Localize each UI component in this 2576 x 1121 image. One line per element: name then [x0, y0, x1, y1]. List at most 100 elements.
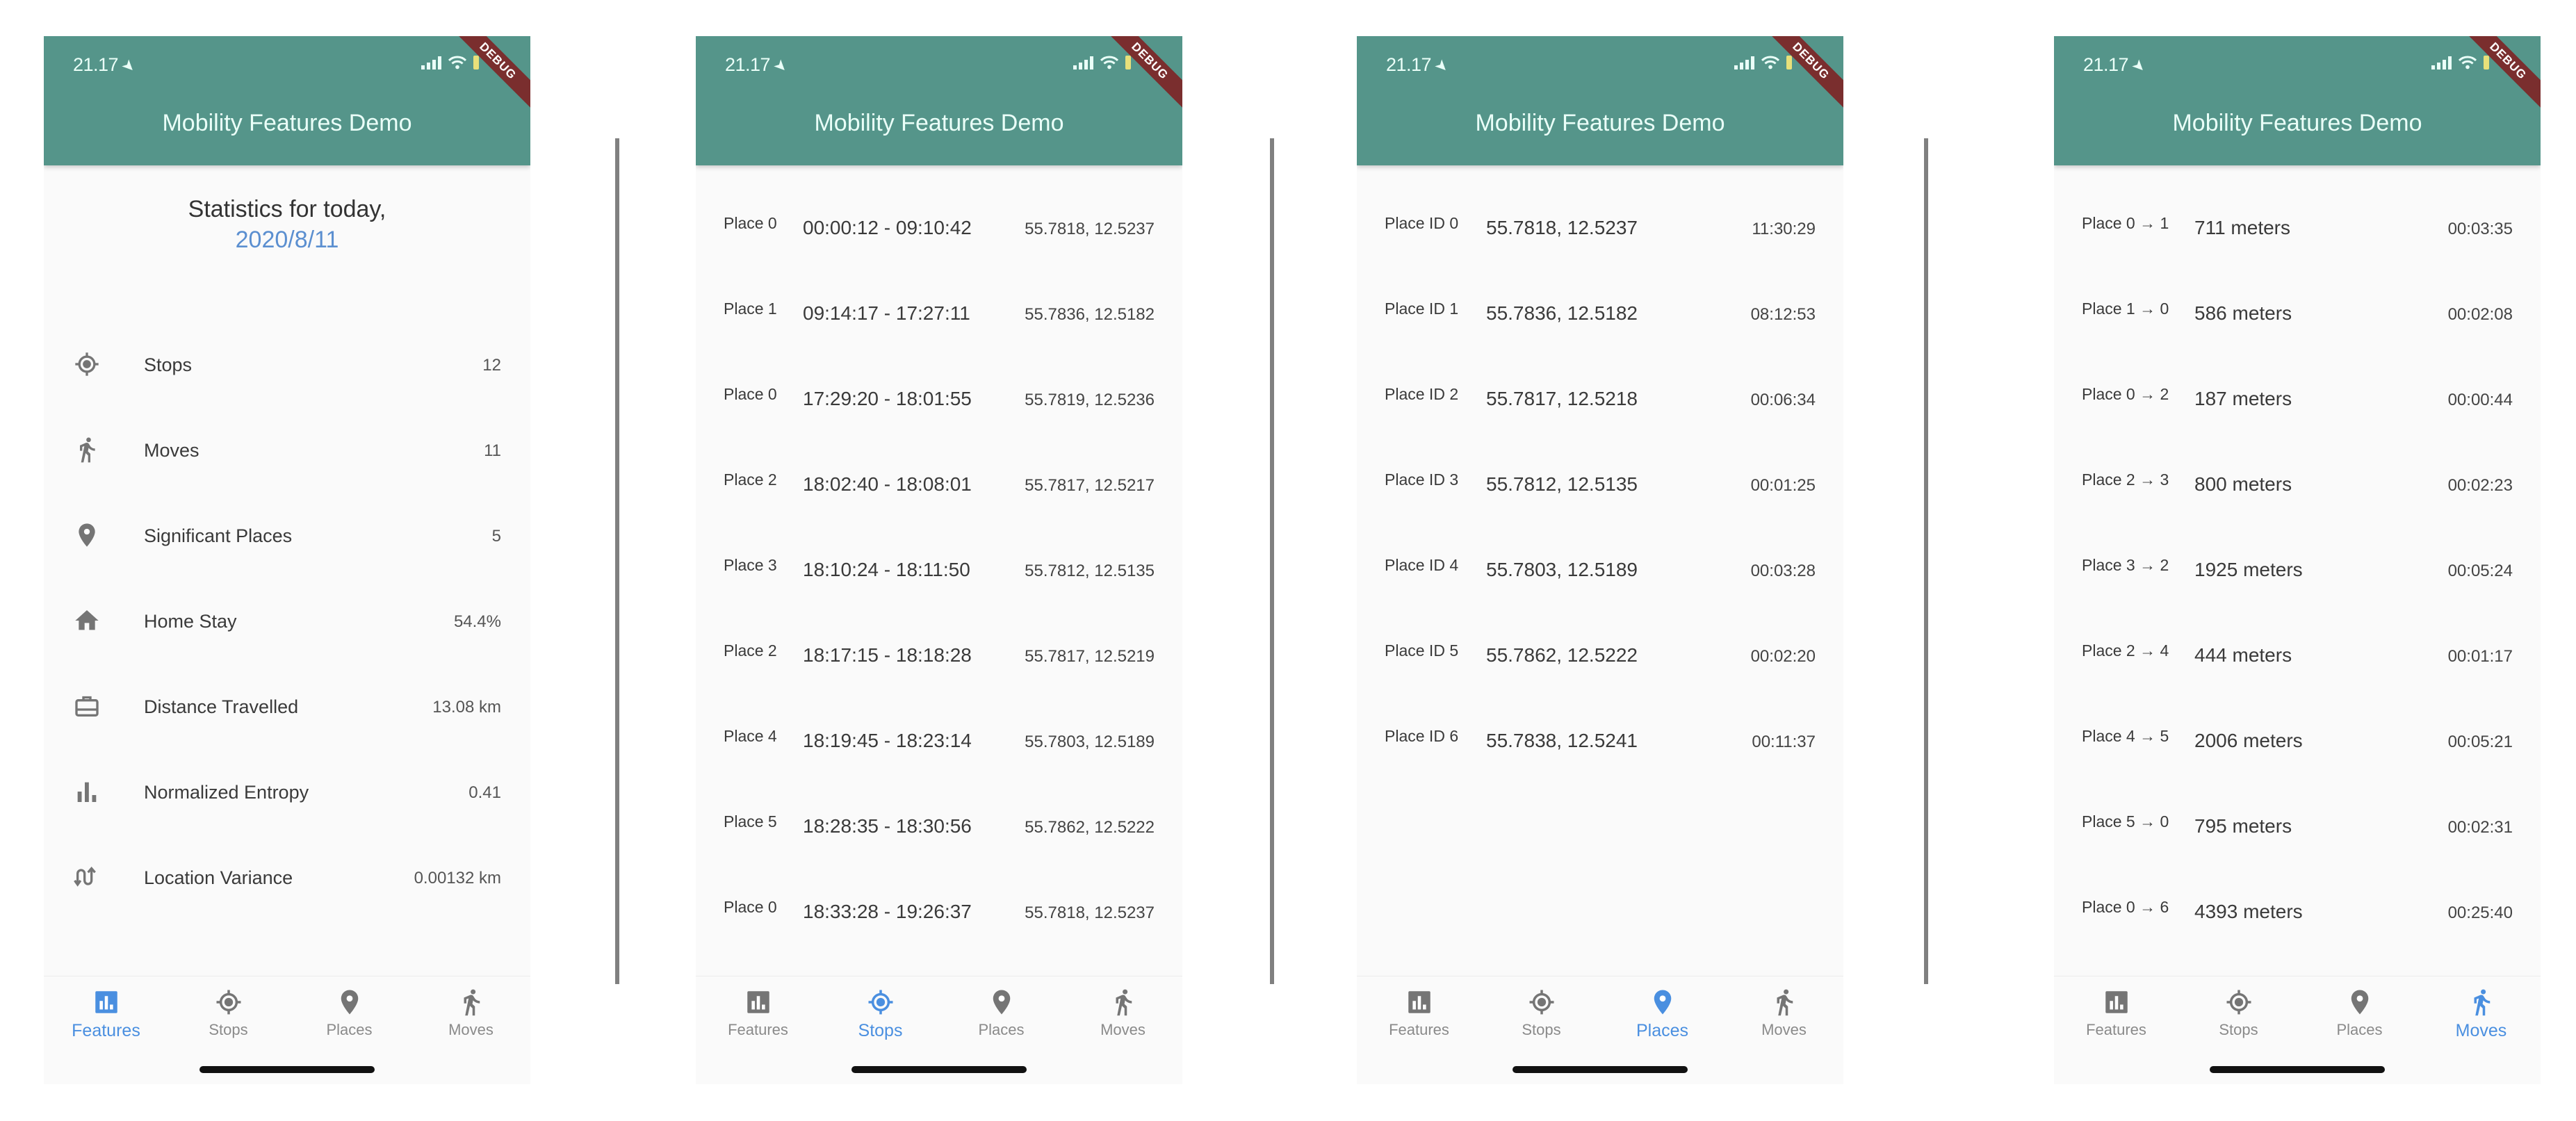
stop-time-range: 17:29:20 - 18:01:55	[803, 388, 972, 409]
stop-row[interactable]: Place 2 18:17:15 - 18:18:28 55.7817, 12.52…	[696, 636, 1182, 678]
location-arrow-icon: ➤	[1431, 55, 1453, 76]
bottom-navigation: Features Stops Places Moves	[44, 976, 530, 1084]
move-row[interactable]: Place 0 → 2 187 meters 00:00:44	[2054, 379, 2541, 421]
status-icons	[421, 56, 479, 69]
gps-target-icon	[214, 988, 243, 1017]
walking-person-icon	[457, 988, 486, 1017]
stop-place-label: Place 0	[724, 214, 777, 232]
tab-moves[interactable]: Moves	[1062, 988, 1182, 1043]
place-id-label: Place ID 5	[1385, 641, 1459, 660]
place-row[interactable]: Place ID 0 55.7818, 12.5237 11:30:29	[1357, 208, 1843, 250]
tab-features[interactable]: Features	[1358, 988, 1480, 1043]
move-row[interactable]: Place 2 → 4 444 meters 00:01:17	[2054, 636, 2541, 678]
stop-row[interactable]: Place 5 18:28:35 - 18:30:56 55.7862, 12.52…	[696, 807, 1182, 849]
location-arrow-icon: ➤	[118, 55, 140, 76]
tab-stops[interactable]: Stops	[820, 988, 941, 1043]
feature-row: Normalized Entropy 0.41	[44, 772, 530, 814]
feature-label: Stops	[144, 354, 193, 375]
stop-coordinates: 55.7817, 12.5217	[1025, 476, 1155, 495]
tab-features[interactable]: Features	[2055, 988, 2177, 1043]
wifi-icon	[1100, 56, 1119, 69]
bar-chart-icon	[744, 988, 773, 1017]
tab-places[interactable]: Places	[1601, 988, 1723, 1043]
home-indicator[interactable]	[1513, 1066, 1688, 1073]
stop-coordinates: 55.7812, 12.5135	[1025, 562, 1155, 580]
tab-moves[interactable]: Moves	[410, 988, 530, 1043]
tab-moves[interactable]: Moves	[2420, 988, 2541, 1043]
move-distance: 586 meters	[2194, 302, 2292, 324]
phone-stops-screen: 21.17➤ Mobility Features Demo DEBUG Plac…	[696, 36, 1182, 1084]
tab-label: Places	[978, 1021, 1025, 1038]
stop-coordinates: 55.7862, 12.5222	[1025, 818, 1155, 837]
place-coordinates: 55.7812, 12.5135	[1486, 473, 1638, 495]
status-icons	[2431, 56, 2489, 69]
move-distance: 800 meters	[2194, 473, 2292, 495]
stop-row[interactable]: Place 0 00:00:12 - 09:10:42 55.7818, 12.52…	[696, 208, 1182, 250]
move-row[interactable]: Place 0 → 6 4393 meters 00:25:40	[2054, 892, 2541, 934]
debug-banner: DEBUG	[1756, 36, 1843, 115]
home-indicator[interactable]	[2210, 1066, 2385, 1073]
cellular-signal-icon	[1734, 56, 1754, 69]
tab-stops[interactable]: Stops	[168, 988, 289, 1043]
place-row[interactable]: Place ID 2 55.7817, 12.5218 00:06:34	[1357, 379, 1843, 421]
move-row[interactable]: Place 1 → 0 586 meters 00:02:08	[2054, 294, 2541, 336]
status-time-text: 21.17	[1386, 54, 1432, 75]
debug-banner: DEBUG	[1095, 36, 1182, 115]
location-arrow-icon: ➤	[2128, 55, 2150, 76]
battery-icon	[1786, 56, 1792, 69]
tab-places[interactable]: Places	[288, 988, 410, 1043]
tab-label: Features	[1389, 1021, 1449, 1038]
feature-value: 54.4%	[453, 612, 501, 631]
tab-label: Places	[1636, 1021, 1689, 1040]
move-row[interactable]: Place 2 → 3 800 meters 00:02:23	[2054, 465, 2541, 507]
place-row[interactable]: Place ID 5 55.7862, 12.5222 00:02:20	[1357, 636, 1843, 678]
place-id-label: Place ID 1	[1385, 300, 1459, 318]
variance-arrows-icon	[73, 863, 101, 891]
place-row[interactable]: Place ID 6 55.7838, 12.5241 00:11:37	[1357, 721, 1843, 763]
stop-place-label: Place 2	[724, 471, 777, 489]
home-indicator[interactable]	[851, 1066, 1027, 1073]
stop-time-range: 00:00:12 - 09:10:42	[803, 217, 972, 238]
stop-row[interactable]: Place 0 17:29:20 - 18:01:55 55.7819, 12.52…	[696, 379, 1182, 421]
tab-features[interactable]: Features	[45, 988, 167, 1043]
tab-stops[interactable]: Stops	[1481, 988, 1602, 1043]
stop-place-label: Place 1	[724, 300, 777, 318]
move-duration: 00:01:17	[2447, 647, 2513, 666]
tab-places[interactable]: Places	[940, 988, 1062, 1043]
walking-person-icon	[1109, 988, 1138, 1017]
debug-banner: DEBUG	[443, 36, 530, 115]
stop-row[interactable]: Place 3 18:10:24 - 18:11:50 55.7812, 12.51…	[696, 550, 1182, 592]
place-row[interactable]: Place ID 1 55.7836, 12.5182 08:12:53	[1357, 294, 1843, 336]
stop-row[interactable]: Place 2 18:02:40 - 18:08:01 55.7817, 12.52…	[696, 465, 1182, 507]
app-bar: 21.17➤ Mobility Features Demo DEBUG	[696, 36, 1182, 165]
move-route-label: Place 5 → 0	[2082, 812, 2169, 830]
home-indicator[interactable]	[199, 1066, 375, 1073]
move-row[interactable]: Place 4 → 5 2006 meters 00:05:21	[2054, 721, 2541, 763]
stop-row[interactable]: Place 0 18:33:28 - 19:26:37 55.7818, 12.52…	[696, 892, 1182, 934]
bottom-navigation: Features Stops Places Moves	[696, 976, 1182, 1084]
tab-stops[interactable]: Stops	[2178, 988, 2299, 1043]
tab-moves[interactable]: Moves	[1723, 988, 1843, 1043]
tab-features[interactable]: Features	[697, 988, 819, 1043]
wifi-icon	[448, 56, 467, 69]
move-distance: 711 meters	[2194, 217, 2290, 238]
place-row[interactable]: Place ID 4 55.7803, 12.5189 00:03:28	[1357, 550, 1843, 592]
place-duration: 00:01:25	[1750, 476, 1816, 495]
move-row[interactable]: Place 0 → 1 711 meters 00:03:35	[2054, 208, 2541, 250]
move-duration: 00:02:31	[2447, 818, 2513, 837]
stop-row[interactable]: Place 4 18:19:45 - 18:23:14 55.7803, 12.51…	[696, 721, 1182, 763]
place-duration: 00:11:37	[1752, 733, 1816, 751]
walking-person-icon	[2467, 988, 2496, 1017]
stop-row[interactable]: Place 1 09:14:17 - 17:27:11 55.7836, 12.51…	[696, 294, 1182, 336]
move-route-label: Place 3 → 2	[2082, 556, 2169, 574]
bar-chart-icon	[1405, 988, 1434, 1017]
place-row[interactable]: Place ID 3 55.7812, 12.5135 00:01:25	[1357, 465, 1843, 507]
tab-label: Places	[2336, 1021, 2383, 1038]
move-row[interactable]: Place 3 → 2 1925 meters 00:05:24	[2054, 550, 2541, 592]
gps-target-icon	[1527, 988, 1556, 1017]
home-icon	[73, 607, 101, 635]
move-row[interactable]: Place 5 → 0 795 meters 00:02:31	[2054, 807, 2541, 849]
gps-target-icon	[73, 350, 101, 378]
phone-moves-screen: 21.17➤ Mobility Features Demo DEBUG Plac…	[2054, 36, 2541, 1084]
tab-places[interactable]: Places	[2299, 988, 2420, 1043]
